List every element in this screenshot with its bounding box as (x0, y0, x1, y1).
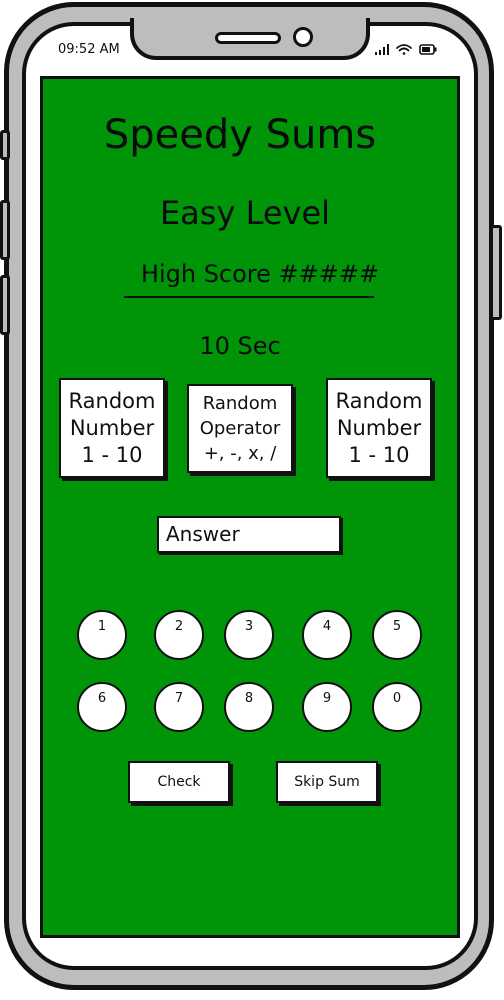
status-icons (372, 40, 442, 58)
card-right-number: Random Number 1 - 10 (326, 378, 432, 478)
card-operator: Random Operator +, -, x, / (187, 384, 293, 473)
keypad-button-3[interactable]: 3 (224, 610, 274, 660)
keypad-button-5[interactable]: 5 (372, 610, 422, 660)
card-line: 1 - 10 (81, 442, 143, 467)
high-score-underline (124, 296, 374, 298)
card-line: Random (335, 388, 423, 413)
keypad-button-8[interactable]: 8 (224, 682, 274, 732)
keypad-button-1[interactable]: 1 (77, 610, 127, 660)
signal-icon (375, 44, 389, 55)
keypad-button-0[interactable]: 0 (372, 682, 422, 732)
side-button-volume-up (0, 200, 10, 260)
high-score: High Score ##### (140, 260, 380, 288)
card-line: Random (68, 388, 156, 413)
front-camera (293, 27, 313, 47)
card-line: 1 - 10 (348, 442, 410, 467)
level-label: Easy Level (159, 194, 331, 232)
wifi-icon (396, 44, 412, 55)
side-button-mute (0, 130, 10, 160)
skip-sum-button[interactable]: Skip Sum (276, 761, 378, 803)
app-title: Speedy Sums (103, 112, 377, 158)
card-line: Number (336, 415, 422, 440)
check-button[interactable]: Check (128, 761, 230, 803)
keypad-button-4[interactable]: 4 (302, 610, 352, 660)
card-line: +, -, x, / (203, 443, 277, 464)
keypad-button-2[interactable]: 2 (154, 610, 204, 660)
side-button-power (490, 225, 502, 320)
timer: 10 Sec (199, 332, 281, 360)
card-line: Random (202, 393, 278, 414)
status-time: 09:52 AM (58, 42, 120, 57)
card-left-number: Random Number 1 - 10 (59, 378, 165, 478)
card-line: Operator (199, 418, 281, 439)
signal-wifi-battery-icons (375, 44, 437, 55)
notch-top (134, 14, 366, 26)
card-line: Number (69, 415, 155, 440)
keypad-button-7[interactable]: 7 (154, 682, 204, 732)
keypad-button-6[interactable]: 6 (77, 682, 127, 732)
answer-input[interactable]: Answer (157, 516, 341, 553)
speaker-grille (215, 32, 281, 44)
keypad-button-9[interactable]: 9 (302, 682, 352, 732)
side-button-volume-down (0, 275, 10, 335)
battery-icon (419, 44, 437, 55)
